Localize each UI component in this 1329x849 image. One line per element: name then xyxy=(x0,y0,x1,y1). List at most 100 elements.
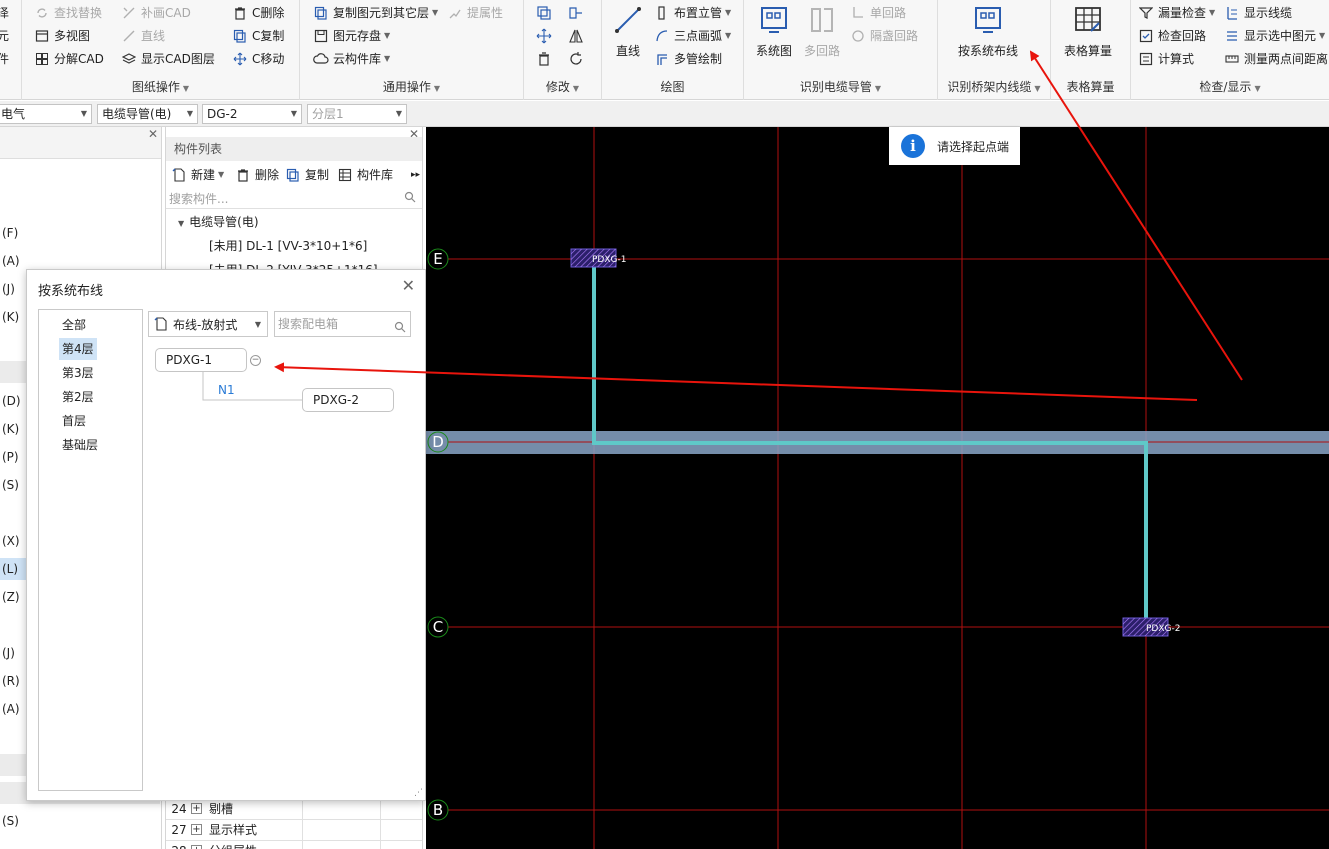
search-icon[interactable] xyxy=(404,191,416,206)
info-icon: i xyxy=(901,134,925,158)
delete-component-button[interactable]: 删除 xyxy=(235,165,279,185)
group-title-recognize-tray[interactable]: 识别桥架内线缆 ▼ xyxy=(938,78,1050,95)
ribbon-group-drawing-ops: 查找替换 补画CAD C删除 多视图 直线 C复制 分解CAD 显示CAD图层 … xyxy=(22,0,300,100)
axis-bubble-c: C xyxy=(427,616,449,638)
riser-button[interactable]: 布置立管 ▼ xyxy=(654,3,731,23)
show-selected-icon xyxy=(1224,28,1240,44)
draw-line-button[interactable]: 直线 xyxy=(598,4,658,62)
show-selected-button[interactable]: 显示选中图元 ▼ xyxy=(1224,26,1325,46)
copy-to-layer-button[interactable]: 复制图元到其它层 ▼ xyxy=(313,3,438,23)
fill-cad-button[interactable]: 补画CAD xyxy=(121,3,191,23)
c-delete-button[interactable]: C删除 xyxy=(232,3,284,23)
cable-icon xyxy=(1224,5,1240,21)
ribbon-group-modify: 修改 ▼ xyxy=(524,0,602,100)
route-mode-icon xyxy=(153,316,169,332)
tree-node-root[interactable]: ▼ 电缆导管(电) xyxy=(178,211,259,233)
component-type-select[interactable]: 电缆导管(电) ▼ xyxy=(97,104,198,124)
nav-item[interactable]: (S) xyxy=(0,810,160,832)
measure-distance-button[interactable]: 测量两点间距离 xyxy=(1224,49,1328,69)
nav-item[interactable]: (F) xyxy=(0,222,160,244)
multiview-button[interactable]: 多视图 xyxy=(34,26,90,46)
find-replace-button[interactable]: 查找替换 xyxy=(34,3,102,23)
svg-text:E: E xyxy=(433,250,442,268)
sub-layer-select[interactable]: 分层1 ▼ xyxy=(307,104,407,124)
topology-node-root[interactable]: PDXG-1 xyxy=(155,348,247,372)
route-by-system-dialog: 按系统布线 ✕ 全部 第4层 第3层 第2层 首层 基础层 布线-放射式 ▼ 搜索… xyxy=(26,269,426,801)
new-component-button[interactable]: 新建 ▼ xyxy=(171,165,224,185)
group-title-drawing-ops[interactable]: 图纸操作 ▼ xyxy=(22,78,299,95)
table-calc-button[interactable]: 表格算量 xyxy=(1058,4,1118,62)
floor-item-foundation[interactable]: 基础层 xyxy=(59,434,101,456)
explode-cad-button[interactable]: 分解CAD xyxy=(34,49,104,69)
distribution-box-pdxg-1[interactable]: PDXG-1 xyxy=(570,248,626,268)
funnel-icon xyxy=(1138,5,1154,21)
route-by-system-button[interactable]: 按系统布线 xyxy=(948,4,1028,62)
single-loop-button[interactable]: 单回路 xyxy=(850,3,906,23)
modify-delete-button[interactable] xyxy=(536,49,556,69)
library-icon xyxy=(337,167,353,183)
new-file-icon xyxy=(171,167,187,183)
modify-move-button[interactable] xyxy=(536,26,556,46)
cloud-library-button[interactable]: 云构件库 ▼ xyxy=(313,49,390,69)
trash-icon xyxy=(235,167,251,183)
group-title-check-display[interactable]: 检查/显示 ▼ xyxy=(1131,78,1329,95)
table-row[interactable]: 27 + 显示样式 xyxy=(166,819,422,840)
multi-loop-button[interactable]: 多回路 xyxy=(792,4,852,62)
collapse-icon[interactable]: − xyxy=(250,355,261,366)
component-name-select[interactable]: DG-2 ▼ xyxy=(202,104,302,124)
ribbon-group-table-calc: 表格算量 表格算量 xyxy=(1051,0,1131,100)
line-icon xyxy=(121,28,137,44)
riser-icon xyxy=(654,5,670,21)
discipline-select[interactable]: 电气 ▼ xyxy=(0,104,92,124)
modify-copy-button[interactable] xyxy=(536,3,556,23)
extract-attr-button[interactable]: 提属性 xyxy=(447,3,503,23)
calc-formula-button[interactable]: 计算式 xyxy=(1138,49,1194,69)
close-icon[interactable]: ✕ xyxy=(402,276,415,295)
route-mode-select[interactable]: 布线-放射式 ▼ xyxy=(148,311,268,337)
show-cad-layer-button[interactable]: 显示CAD图层 xyxy=(121,49,215,69)
floor-item-2[interactable]: 第2层 xyxy=(59,386,97,408)
multi-loop-icon xyxy=(806,4,838,36)
resize-grip-icon[interactable]: ⋰ xyxy=(414,788,423,798)
multi-pipe-button[interactable]: 多管绘制 xyxy=(654,49,722,69)
floor-item-4[interactable]: 第4层 xyxy=(59,338,97,360)
partial-item-2[interactable]: 元 xyxy=(0,26,9,46)
leak-check-button[interactable]: 漏量检查 ▼ xyxy=(1138,3,1215,23)
distribution-box-pdxg-2[interactable]: PDXG-2 xyxy=(1122,617,1180,637)
floor-item-all[interactable]: 全部 xyxy=(59,314,89,336)
component-library-button[interactable]: 构件库 xyxy=(337,165,393,185)
show-cable-button[interactable]: 显示线缆 xyxy=(1224,3,1292,23)
c-move-button[interactable]: C移动 xyxy=(232,49,284,69)
group-title-modify[interactable]: 修改 ▼ xyxy=(524,78,601,95)
floor-item-ground[interactable]: 首层 xyxy=(59,410,89,432)
group-title-common-ops[interactable]: 通用操作 ▼ xyxy=(300,78,523,95)
topology-node-child[interactable]: PDXG-2 xyxy=(302,388,394,412)
distribution-box-search-input[interactable]: 搜索配电箱 xyxy=(274,311,411,337)
check-loop-button[interactable]: 检查回路 xyxy=(1138,26,1206,46)
toolbar-more-icon[interactable]: ▸▸ xyxy=(411,165,420,185)
partial-item-3[interactable]: 件 xyxy=(0,49,9,69)
partial-item-1[interactable]: 泽 xyxy=(0,3,9,23)
nav-panel-close-icon[interactable]: ✕ xyxy=(148,127,158,141)
covered-loop-button[interactable]: 隔盏回路 xyxy=(850,26,918,46)
floor-item-3[interactable]: 第3层 xyxy=(59,362,97,384)
table-calc-icon xyxy=(1072,4,1104,36)
app-window: 泽 元 件 查找替换 补画CAD C删除 多视图 直线 C复制 分解CAD 显示… xyxy=(0,0,1329,849)
tree-item[interactable]: [未用] DL-1 [VV-3*10+1*6] xyxy=(209,235,367,257)
multiview-icon xyxy=(34,28,50,44)
c-copy-button[interactable]: C复制 xyxy=(232,26,284,46)
extract-attr-icon xyxy=(447,5,463,21)
ruler-icon xyxy=(1224,51,1240,67)
modify-extend-button[interactable] xyxy=(568,3,588,23)
table-row[interactable]: 24 + 剔槽 xyxy=(166,798,422,819)
copy-component-button[interactable]: 复制 xyxy=(285,165,329,185)
table-row[interactable]: 28+分组属性 xyxy=(166,840,422,849)
group-title-recognize-conduit[interactable]: 识别电缆导管 ▼ xyxy=(744,78,937,95)
line-cad-button[interactable]: 直线 xyxy=(121,26,165,46)
three-point-arc-button[interactable]: 三点画弧 ▼ xyxy=(654,26,731,46)
modify-mirror-button[interactable] xyxy=(568,26,588,46)
modify-rotate-button[interactable] xyxy=(568,49,588,69)
component-search-input[interactable]: 搜索构件... xyxy=(166,189,422,209)
element-save-button[interactable]: 图元存盘 ▼ xyxy=(313,26,390,46)
drawing-canvas[interactable]: E D C B PDXG-1 PDXG-2 xyxy=(426,127,1329,849)
